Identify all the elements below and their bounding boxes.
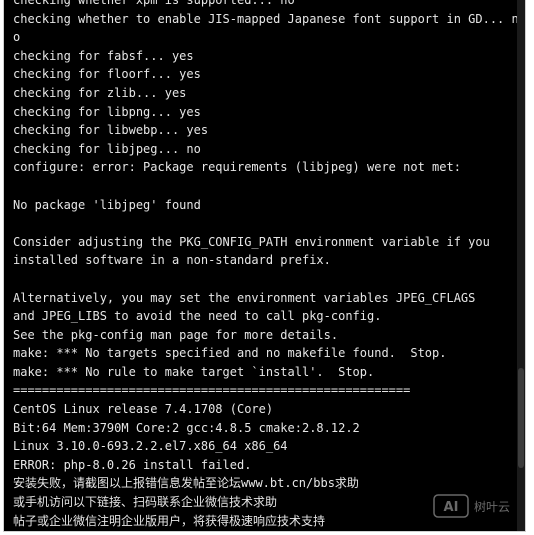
terminal-line: No package 'libjpeg' found bbox=[13, 197, 201, 212]
terminal-line: Bit:64 Mem:3790M Core:2 gcc:4.8.5 cmake:… bbox=[13, 420, 360, 435]
terminal-line: checking for libjpeg... no bbox=[13, 141, 201, 156]
terminal-line: checking for fabsf... yes bbox=[13, 48, 194, 63]
terminal-line: CentOS Linux release 7.4.1708 (Core) bbox=[13, 402, 274, 417]
terminal-line: checking for floorf... yes bbox=[13, 67, 201, 82]
terminal-line: 帖子或企业微信注明企业版用户，将获得极速响应技术支持 bbox=[13, 513, 326, 528]
terminal-line: configure: error: Package requirements (… bbox=[13, 160, 461, 175]
terminal-line: make: *** No rule to make target `instal… bbox=[13, 364, 375, 379]
terminal-line: See the pkg-config man page for more det… bbox=[13, 327, 339, 342]
terminal-window[interactable]: checking whether xpm is supported... no c… bbox=[4, 0, 525, 531]
terminal-line: ========================================… bbox=[13, 383, 411, 398]
terminal-line: o bbox=[13, 30, 21, 45]
terminal-line: installed software in a non-standard pre… bbox=[13, 253, 331, 268]
terminal-line: checking whether to enable JIS-mapped Ja… bbox=[13, 11, 517, 26]
terminal-line: checking for libwebp... yes bbox=[13, 123, 209, 138]
terminal-line: 或手机访问以下链接、扫码联系企业微信技术求助 bbox=[13, 495, 278, 510]
terminal-line: Alternatively, you may set the environme… bbox=[13, 290, 476, 305]
terminal-line: 安装失败，请截图以上报错信息发帖至论坛www.bt.cn/bbs求助 bbox=[13, 476, 359, 491]
terminal-line: and JPEG_LIBS to avoid the need to call … bbox=[13, 309, 382, 324]
terminal-line: Linux 3.10.0-693.2.2.el7.x86_64 x86_64 bbox=[13, 439, 288, 454]
terminal-line: make: *** No targets specified and no ma… bbox=[13, 346, 447, 361]
terminal-line: Consider adjusting the PKG_CONFIG_PATH e… bbox=[13, 234, 490, 249]
terminal-output: checking whether xpm is supported... no c… bbox=[13, 0, 517, 530]
terminal-line: checking for libpng... yes bbox=[13, 104, 201, 119]
terminal-line: ERROR: php-8.0.26 install failed. bbox=[13, 457, 252, 472]
terminal-line: checking whether xpm is supported... no bbox=[13, 0, 295, 7]
scrollbar-thumb[interactable] bbox=[518, 368, 524, 468]
terminal-line: checking for zlib... yes bbox=[13, 85, 187, 100]
vertical-scrollbar[interactable] bbox=[517, 0, 525, 531]
